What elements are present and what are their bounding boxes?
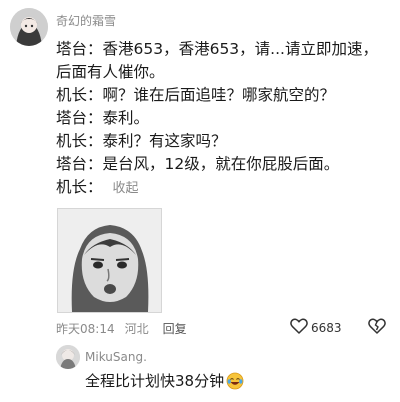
dislike-button[interactable] [368,318,386,338]
collapse-button[interactable]: 收起 [113,181,139,196]
comment-line: 机长： [56,178,103,196]
like-count: 6683 [311,320,342,335]
like-button[interactable]: 6683 [290,318,342,337]
broken-heart-icon [368,318,386,338]
reply-text: 全程比计划快38分钟 [85,372,225,390]
comment-line: 塔台：是台风，12级，就在你屁股后面。 [56,155,340,173]
comment-line: 机长：泰利？有这家吗？ [56,132,227,150]
comment-line: 后面有人催你。 [56,63,165,81]
location: 河北 [124,322,149,336]
timestamp: 昨天08:14 [56,322,115,336]
reply-button[interactable]: 回复 [163,320,187,337]
avatar[interactable] [10,8,48,46]
laughing-tears-emoji-icon [226,372,244,390]
comment-body: 塔台：香港653，香港653，请...请立即加速， 后面有人催你。 机长：啊？谁… [56,38,386,200]
heart-outline-icon [290,318,308,337]
comment-line: 塔台：香港653，香港653，请...请立即加速， [56,40,378,58]
username[interactable]: 奇幻的霜雪 [56,12,116,29]
comment-line: 塔台：泰利。 [56,109,150,127]
reply-avatar[interactable] [56,345,80,369]
meme-image[interactable] [57,208,162,313]
reply-username[interactable]: MikuSang. [85,350,147,364]
comment-line-last: 机长： 收起 [56,176,386,200]
comment-line: 机长：啊？谁在后面追哇？哪家航空的？ [56,86,336,104]
comment-meta: 昨天08:14 河北 回复 [56,320,187,337]
reply-body: 全程比计划快38分钟 [85,370,244,391]
